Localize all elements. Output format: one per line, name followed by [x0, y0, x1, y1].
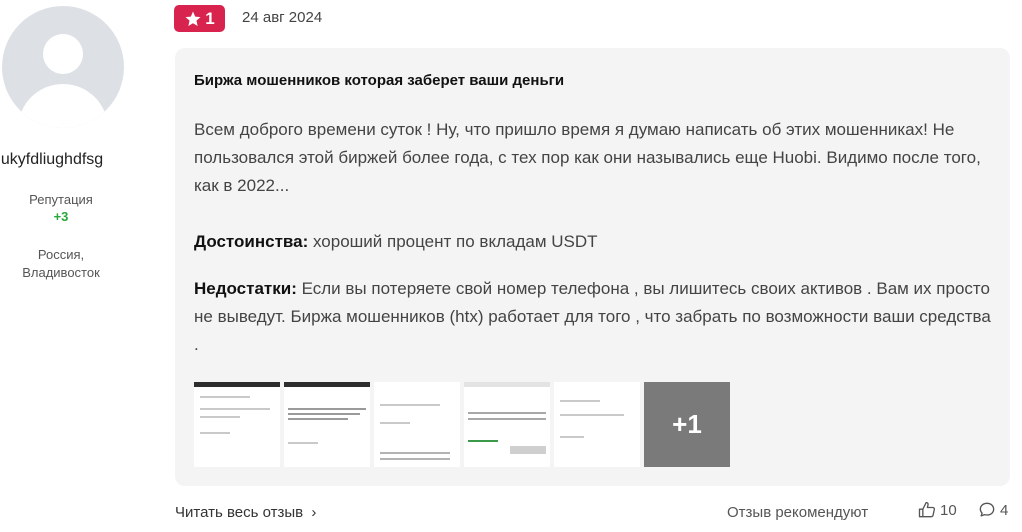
- review-cons: Недостатки: Если вы потеряете свой номер…: [194, 275, 994, 359]
- cons-text: Если вы потеряете свой номер телефона , …: [194, 279, 991, 354]
- author-avatar[interactable]: [2, 6, 124, 128]
- rating-value: 1: [205, 8, 215, 28]
- photo-thumbnail[interactable]: [194, 382, 280, 467]
- review-text: Всем доброго времени суток ! Ну, что при…: [194, 120, 981, 195]
- reputation-label: Репутация: [29, 192, 93, 207]
- pros-text: хороший процент по вкладам USDT: [313, 232, 598, 251]
- review-pros: Достоинства: хороший процент по вкладам …: [194, 228, 994, 256]
- avatar-body: [18, 84, 108, 128]
- location-city: Владивосток: [22, 265, 100, 280]
- photo-thumbnail[interactable]: [374, 382, 460, 467]
- author-location: Россия, Владивосток: [0, 246, 122, 282]
- comments-count: 4: [1000, 501, 1009, 519]
- chevron-right-icon: ›: [307, 504, 317, 521]
- review-card: Биржа мошенников которая заберет ваши де…: [175, 48, 1010, 486]
- review-title[interactable]: Биржа мошенников которая заберет ваши де…: [194, 72, 564, 89]
- avatar-head: [43, 34, 83, 74]
- pros-label: Достоинства:: [194, 232, 309, 251]
- rating-badge: 1: [174, 5, 225, 32]
- review-date: 24 авг 2024: [242, 9, 323, 26]
- author-username[interactable]: gukyfdliughdfsg: [0, 151, 103, 169]
- comments-button[interactable]: 4: [977, 500, 1008, 520]
- recommend-label: Отзыв рекомендуют: [727, 504, 869, 521]
- photo-thumbnail[interactable]: [464, 382, 550, 467]
- location-country: Россия,: [37, 247, 85, 262]
- more-photos-button[interactable]: +1: [644, 382, 730, 467]
- photo-gallery: +1: [194, 382, 730, 467]
- thumbs-up-icon: [918, 501, 936, 518]
- reputation-value: +3: [53, 209, 69, 224]
- like-button[interactable]: 10: [917, 500, 957, 520]
- photo-thumbnail[interactable]: [554, 382, 640, 467]
- read-full-review-label: Читать весь отзыв: [175, 504, 304, 521]
- comment-icon: [979, 502, 995, 517]
- star-icon: [185, 11, 201, 26]
- photo-thumbnail[interactable]: [284, 382, 370, 467]
- read-full-review-link[interactable]: Читать весь отзыв ›: [175, 504, 316, 521]
- cons-label: Недостатки:: [194, 279, 297, 298]
- likes-count: 10: [940, 501, 957, 519]
